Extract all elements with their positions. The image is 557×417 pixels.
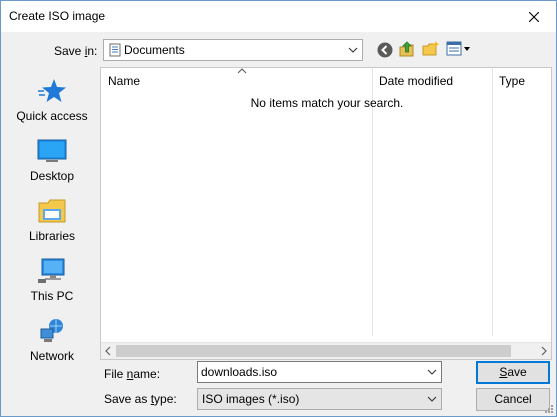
- place-label: Libraries: [28, 229, 76, 243]
- place-desktop[interactable]: Desktop: [8, 137, 96, 183]
- close-button[interactable]: [512, 1, 556, 32]
- cancel-button[interactable]: Cancel: [476, 388, 550, 411]
- place-label: Desktop: [29, 169, 75, 183]
- network-icon: [40, 319, 63, 342]
- back-icon[interactable]: [377, 42, 393, 58]
- save-in-value: Documents: [124, 43, 185, 57]
- scroll-right-icon[interactable]: [540, 346, 548, 356]
- save-in-dropdown[interactable]: Documents: [103, 39, 363, 61]
- place-label: Network: [29, 349, 74, 363]
- places-sidebar: Quick access Desktop Libraries This PC N…: [8, 67, 100, 363]
- column-header-type[interactable]: Type: [499, 74, 525, 88]
- file-name-label: File name:: [104, 367, 161, 381]
- close-icon: [529, 11, 539, 22]
- title-bar: Create ISO image: [1, 1, 556, 32]
- new-folder-icon[interactable]: [422, 40, 440, 58]
- place-this-pc[interactable]: This PC: [8, 257, 96, 303]
- scrollbar-thumb[interactable]: [116, 345, 511, 357]
- view-menu-icon: [446, 41, 470, 56]
- place-network[interactable]: Network: [8, 317, 96, 363]
- save-as-type-value: ISO images (*.iso): [202, 392, 300, 406]
- view-menu-button[interactable]: [446, 41, 472, 59]
- save-button[interactable]: Save: [476, 361, 550, 384]
- desktop-icon: [37, 139, 67, 162]
- save-dialog: Create ISO image Save in: Documents Quic…: [0, 0, 557, 417]
- resize-grip-icon[interactable]: [544, 404, 554, 414]
- chevron-down-icon[interactable]: [427, 366, 437, 380]
- libraries-folder-icon: [38, 199, 66, 223]
- file-list[interactable]: Name Date modified Type No items match y…: [100, 67, 552, 360]
- place-label: Quick access: [16, 109, 88, 123]
- horizontal-scrollbar[interactable]: [101, 342, 551, 359]
- save-as-type-select[interactable]: ISO images (*.iso): [197, 388, 442, 410]
- column-header-name[interactable]: Name: [108, 74, 140, 88]
- chevron-down-icon: [427, 396, 437, 402]
- sort-indicator-icon: [237, 68, 247, 74]
- scroll-left-icon[interactable]: [104, 346, 112, 356]
- up-folder-icon[interactable]: [398, 40, 416, 58]
- place-label: This PC: [30, 289, 74, 303]
- save-as-type-label: Save as type:: [104, 392, 177, 406]
- empty-message: No items match your search.: [250, 96, 404, 110]
- window-title: Create ISO image: [9, 9, 106, 23]
- documents-folder-icon: [109, 43, 121, 57]
- file-name-input[interactable]: [198, 362, 418, 382]
- save-in-label: Save in:: [54, 44, 98, 58]
- star-icon: [38, 79, 66, 102]
- place-quick-access[interactable]: Quick access: [8, 77, 96, 123]
- chevron-down-icon: [348, 47, 358, 53]
- place-libraries[interactable]: Libraries: [8, 197, 96, 243]
- computer-icon: [38, 258, 65, 283]
- column-header-date-modified[interactable]: Date modified: [379, 74, 453, 88]
- file-name-combobox[interactable]: [197, 361, 442, 383]
